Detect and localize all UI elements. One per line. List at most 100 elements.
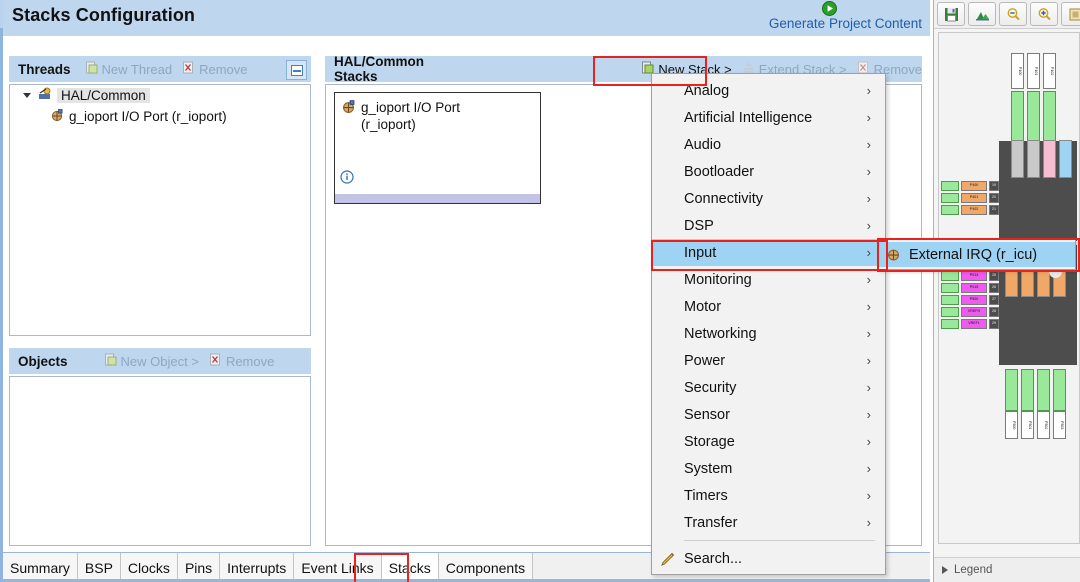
top-gray-pins <box>1011 140 1072 178</box>
menu-item-security[interactable]: Security › <box>652 374 885 401</box>
menu-item-label: Power <box>684 352 726 369</box>
tree-node-g-ioport[interactable]: g_ioport I/O Port (r_ioport) <box>10 106 310 127</box>
menu-item-label: Security <box>684 379 737 396</box>
menu-item-motor[interactable]: Motor › <box>652 293 885 320</box>
tab-clocks[interactable]: Clocks <box>120 553 178 582</box>
tab-summary[interactable]: Summary <box>3 553 78 582</box>
tab-stacks[interactable]: Stacks <box>381 553 439 582</box>
tree-node-label: g_ioport I/O Port (r_ioport) <box>69 109 227 124</box>
menu-item-search[interactable]: Search... <box>652 545 885 572</box>
stack-card-title-line1: g_ioport I/O Port <box>361 100 461 115</box>
submenu-item-external-irq[interactable]: External IRQ (r_icu) <box>879 242 1075 267</box>
submenu-item-label: External IRQ (r_icu) <box>909 246 1038 263</box>
menu-item-bootloader[interactable]: Bootloader › <box>652 158 885 185</box>
left-edge-accent <box>0 28 3 582</box>
menu-item-artificial-intelligence[interactable]: Artificial Intelligence › <box>652 104 885 131</box>
remove-object-button[interactable]: Remove <box>209 353 274 369</box>
menu-separator <box>684 540 875 541</box>
top-pin-group <box>1011 91 1056 141</box>
thread-icon <box>38 87 53 104</box>
page-title: Stacks Configuration <box>12 5 196 25</box>
chevron-right-icon: › <box>866 433 871 449</box>
remove-thread-button[interactable]: Remove <box>182 61 248 77</box>
menu-item-audio[interactable]: Audio › <box>652 131 885 158</box>
menu-item-label: Connectivity <box>684 190 763 207</box>
package-view-icon[interactable] <box>1061 2 1080 26</box>
new-thread-button[interactable]: New Thread <box>85 61 172 77</box>
play-circle-green-icon <box>822 1 837 16</box>
collapse-all-icon[interactable] <box>286 60 307 80</box>
diagram-toolbar <box>934 0 1080 29</box>
threads-panel-header: Threads New Thread Remove <box>9 56 311 82</box>
menu-item-connectivity[interactable]: Connectivity › <box>652 185 885 212</box>
chevron-right-icon: › <box>866 406 871 422</box>
menu-item-dsp[interactable]: DSP › <box>652 212 885 239</box>
new-thread-icon <box>85 61 98 77</box>
stack-card-title-line2: (r_ioport) <box>361 117 416 132</box>
legend-section[interactable]: Legend <box>934 557 1080 582</box>
remove-object-label: Remove <box>225 353 275 369</box>
new-object-button[interactable]: New Object > <box>104 353 199 369</box>
left-pin-group-orange: P400 19 P401 20 P402 21 <box>941 181 999 217</box>
chevron-right-icon: › <box>866 460 871 476</box>
menu-item-power[interactable]: Power › <box>652 347 885 374</box>
chevron-right-icon: › <box>866 217 871 233</box>
tab-bsp[interactable]: BSP <box>77 553 121 582</box>
menu-item-sensor[interactable]: Sensor › <box>652 401 885 428</box>
chevron-right-icon: › <box>866 298 871 314</box>
objects-list[interactable] <box>9 376 311 546</box>
tree-node-hal-common[interactable]: HAL/Common <box>10 85 310 106</box>
chevron-right-icon: › <box>866 109 871 125</box>
new-stack-dropdown-menu[interactable]: Analog › Artificial Intelligence › Audio… <box>651 73 886 575</box>
input-submenu[interactable]: External IRQ (r_icu) <box>878 239 1076 270</box>
generate-project-content-link[interactable]: Generate Project Content <box>769 16 922 31</box>
package-pin-diagram[interactable]: P100 P101 P102 P400 19 P401 20 P402 21 P014… <box>938 32 1080 544</box>
search-pencil-icon <box>660 551 676 571</box>
new-object-label: New Object > <box>120 353 199 369</box>
chevron-right-icon: › <box>866 136 871 152</box>
chevron-down-icon[interactable] <box>16 93 38 98</box>
legend-label: Legend <box>954 564 993 576</box>
zoom-out-icon[interactable] <box>999 2 1027 26</box>
chevron-right-icon: › <box>866 271 871 287</box>
tab-components[interactable]: Components <box>438 553 534 582</box>
chevron-right-icon: › <box>866 244 871 260</box>
menu-item-label: Transfer <box>684 514 738 531</box>
menu-item-label: Storage <box>684 433 735 450</box>
menu-item-system[interactable]: System › <box>652 455 885 482</box>
menu-item-input[interactable]: Input › <box>652 239 885 266</box>
menu-item-label: Analog <box>684 82 730 99</box>
bottom-pin-labels: P300 P301 P302 P303 <box>1005 411 1066 439</box>
remove-thread-label: Remove <box>199 61 248 77</box>
menu-item-label: Sensor <box>684 406 730 423</box>
tree-node-label: HAL/Common <box>57 88 150 103</box>
left-pin-group-magenta: P014 25 P015 26 P500 27 VREFH 28 VREFL 29 <box>941 271 999 331</box>
triangle-right-icon <box>942 566 948 574</box>
zoom-in-icon[interactable] <box>1030 2 1058 26</box>
tab-pins[interactable]: Pins <box>177 553 221 582</box>
module-icon <box>341 99 356 119</box>
tab-interrupts[interactable]: Interrupts <box>220 553 295 582</box>
stack-card-g-ioport[interactable]: g_ioport I/O Port (r_ioport) <box>334 92 541 204</box>
menu-item-transfer[interactable]: Transfer › <box>652 509 885 536</box>
info-icon[interactable] <box>340 170 354 189</box>
menu-item-networking[interactable]: Networking › <box>652 320 885 347</box>
menu-item-label: Motor <box>684 298 722 315</box>
save-icon[interactable] <box>937 2 965 26</box>
chevron-right-icon: › <box>866 163 871 179</box>
tab-event-links[interactable]: Event Links <box>294 553 382 582</box>
menu-item-label: Bootloader <box>684 163 755 180</box>
menu-item-storage[interactable]: Storage › <box>652 428 885 455</box>
menu-item-timers[interactable]: Timers › <box>652 482 885 509</box>
menu-item-label: Search... <box>684 550 743 567</box>
chevron-right-icon: › <box>866 514 871 530</box>
bottom-pin-group <box>1005 369 1066 411</box>
menu-item-analog[interactable]: Analog › <box>652 77 885 104</box>
stacks-panel-title: HAL/Common Stacks <box>334 54 424 84</box>
menu-item-monitoring[interactable]: Monitoring › <box>652 266 885 293</box>
editor-header: Stacks Configuration Generate Project Co… <box>3 0 930 36</box>
stack-card-label: g_ioport I/O Port (r_ioport) <box>361 99 529 133</box>
threads-tree[interactable]: HAL/Common g_ioport I/O Port (r_ioport) <box>9 84 311 336</box>
fit-to-view-icon[interactable] <box>968 2 996 26</box>
menu-item-label: Audio <box>684 136 722 153</box>
